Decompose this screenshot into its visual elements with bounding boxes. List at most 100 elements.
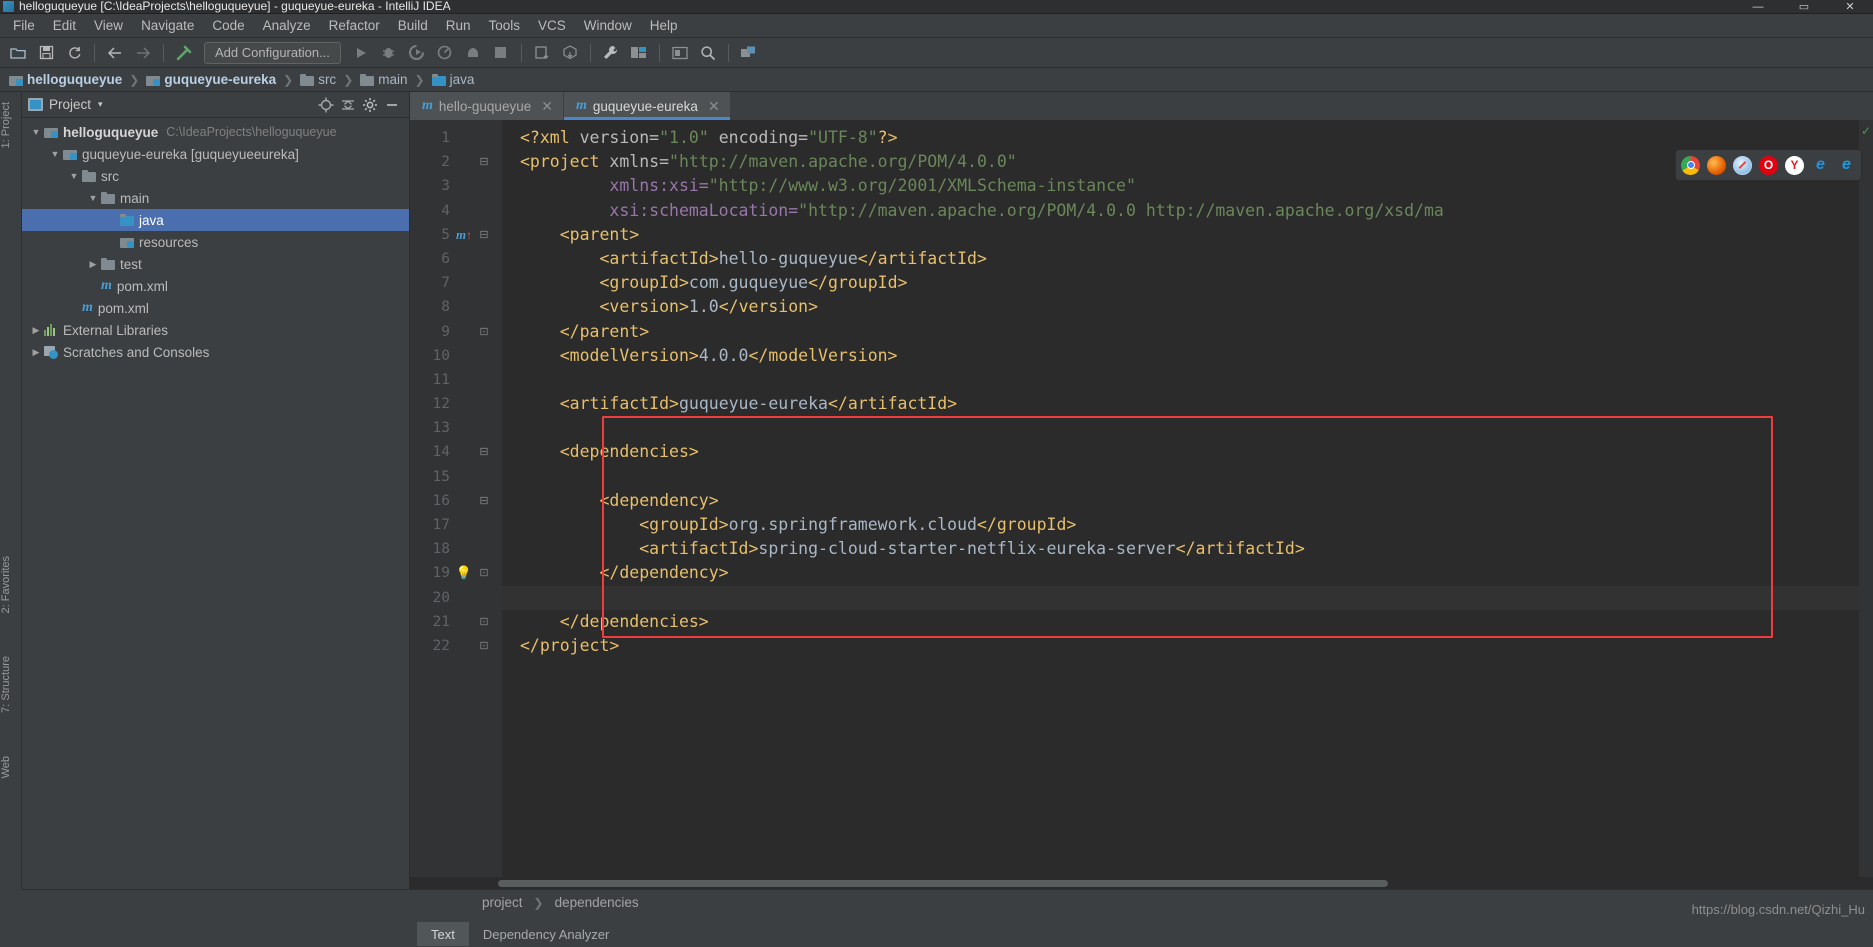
code-line-20[interactable]	[502, 585, 1859, 610]
tree-item-main[interactable]: ▼ main	[22, 187, 409, 209]
maximize-button[interactable]: ▭	[1781, 0, 1827, 14]
menu-window[interactable]: Window	[575, 14, 641, 38]
editor-horizontal-scrollbar[interactable]	[410, 877, 1873, 889]
code-line-14[interactable]: <dependencies>	[502, 440, 1859, 464]
menu-edit[interactable]: Edit	[44, 14, 85, 38]
tool-window-project[interactable]: 1: Project	[0, 98, 22, 152]
expand-arrow-icon[interactable]: ▼	[47, 149, 63, 159]
ui-designer-icon[interactable]	[667, 41, 693, 65]
code-line-13[interactable]	[502, 416, 1859, 440]
breadcrumb-item-src[interactable]: src	[297, 69, 339, 91]
sync-refresh-icon[interactable]	[61, 41, 87, 65]
ie-icon[interactable]: e	[1811, 156, 1830, 175]
gutter-line-11[interactable]: 11	[410, 368, 502, 392]
code-line-4[interactable]: xsi:schemaLocation="http://maven.apache.…	[502, 199, 1859, 223]
code-line-18[interactable]: <artifactId>spring-cloud-starter-netflix…	[502, 537, 1859, 561]
gutter-line-14[interactable]: 14 ⊟	[410, 440, 502, 464]
tree-item-resources[interactable]: resources	[22, 231, 409, 253]
tab-dependency-analyzer[interactable]: Dependency Analyzer	[469, 922, 623, 946]
code-line-7[interactable]: <groupId>com.guqueyue</groupId>	[502, 271, 1859, 295]
gutter-line-19[interactable]: 19 💡 ⊡	[410, 561, 502, 585]
close-button[interactable]: ✕	[1827, 0, 1873, 14]
gear-icon[interactable]	[359, 94, 381, 116]
code-fold-toggle-icon[interactable]: ⊟	[474, 440, 494, 464]
sdk-icon[interactable]	[736, 41, 762, 65]
code-fold-toggle-icon[interactable]: ⊡	[474, 634, 494, 658]
run-coverage-icon[interactable]	[404, 41, 430, 65]
code-line-6[interactable]: <artifactId>hello-guqueyue</artifactId>	[502, 247, 1859, 271]
menu-refactor[interactable]: Refactor	[320, 14, 389, 38]
run-icon[interactable]	[348, 41, 374, 65]
code-fold-toggle-icon[interactable]: ⊡	[474, 610, 494, 634]
code-line-21[interactable]: </dependencies>	[502, 610, 1859, 634]
code-line-8[interactable]: <version>1.0</version>	[502, 295, 1859, 319]
commit-icon[interactable]	[557, 41, 583, 65]
gutter-line-9[interactable]: 9 ⊡	[410, 320, 502, 344]
open-folder-icon[interactable]	[5, 41, 31, 65]
tab-text[interactable]: Text	[417, 922, 469, 946]
menu-build[interactable]: Build	[389, 14, 437, 38]
project-structure-icon[interactable]	[626, 41, 652, 65]
collapse-arrow-icon[interactable]: ▶	[85, 259, 101, 270]
menu-file[interactable]: File	[4, 14, 44, 38]
editor-tab-hello-guqueyue[interactable]: m hello-guqueyue ✕	[410, 92, 563, 120]
gutter-line-16[interactable]: 16 ⊟	[410, 489, 502, 513]
gutter-line-3[interactable]: 3	[410, 174, 502, 198]
gutter-line-18[interactable]: 18	[410, 537, 502, 561]
editor-gutter[interactable]: 1 2 ⊟ 3 4 5 m↑ ⊟ 6 7 8 9 ⊡ 10 11 12 13 14 ⊟ 15 16 ⊟ 17 18 19 💡 ⊡ 20…	[410, 120, 502, 877]
code-text[interactable]: <?xml version="1.0" encoding="UTF-8"?> <p…	[502, 120, 1859, 877]
tool-window-structure[interactable]: 7: Structure	[0, 652, 22, 717]
tree-item-scratches[interactable]: ▶ Scratches and Consoles	[22, 341, 409, 363]
code-line-16[interactable]: <dependency>	[502, 489, 1859, 513]
back-arrow-icon[interactable]	[102, 41, 128, 65]
debug-icon[interactable]	[376, 41, 402, 65]
scrollbar-thumb[interactable]	[498, 880, 1388, 887]
tree-item-pom.xml[interactable]: m pom.xml	[22, 297, 409, 319]
safari-icon[interactable]	[1733, 155, 1752, 175]
code-fold-toggle-icon[interactable]: ⊟	[474, 150, 494, 174]
minimize-button[interactable]: —	[1735, 0, 1781, 14]
close-icon[interactable]: ✕	[708, 98, 720, 115]
gutter-line-15[interactable]: 15	[410, 465, 502, 489]
yandex-icon[interactable]: Y	[1785, 155, 1804, 175]
expand-arrow-icon[interactable]: ▼	[28, 127, 44, 137]
code-line-12[interactable]: <artifactId>guqueyue-eureka</artifactId>	[502, 392, 1859, 416]
code-line-9[interactable]: </parent>	[502, 320, 1859, 344]
code-line-10[interactable]: <modelVersion>4.0.0</modelVersion>	[502, 344, 1859, 368]
menu-analyze[interactable]: Analyze	[254, 14, 320, 38]
tree-item-java[interactable]: java	[22, 209, 409, 231]
stop-icon[interactable]	[488, 41, 514, 65]
expand-arrow-icon[interactable]: ▼	[66, 171, 82, 181]
gutter-line-8[interactable]: 8	[410, 295, 502, 319]
update-project-icon[interactable]	[529, 41, 555, 65]
settings-wrench-icon[interactable]	[598, 41, 624, 65]
opera-icon[interactable]: O	[1759, 155, 1778, 175]
intention-bulb-icon[interactable]: 💡	[454, 561, 474, 585]
attach-process-icon[interactable]	[460, 41, 486, 65]
breadcrumb-item-guqueyue-eureka[interactable]: guqueyue-eureka	[143, 69, 279, 91]
tree-item-guqueyue-eureka[interactable]: ▼ guqueyue-eureka [guqueyueeureka]	[22, 143, 409, 165]
collapse-arrow-icon[interactable]: ▶	[28, 347, 44, 358]
marker-gutter[interactable]: ✓	[1859, 120, 1873, 877]
tool-window-favorites[interactable]: 2: Favorites	[0, 552, 22, 617]
gutter-line-5[interactable]: 5 m↑ ⊟	[410, 223, 502, 247]
gutter-line-10[interactable]: 10	[410, 344, 502, 368]
gutter-line-7[interactable]: 7	[410, 271, 502, 295]
gutter-line-21[interactable]: 21 ⊡	[410, 610, 502, 634]
menu-tools[interactable]: Tools	[480, 14, 530, 38]
gutter-line-2[interactable]: 2 ⊟	[410, 150, 502, 174]
menu-code[interactable]: Code	[203, 14, 253, 38]
close-icon[interactable]: ✕	[541, 98, 553, 115]
menu-navigate[interactable]: Navigate	[132, 14, 203, 38]
breadcrumb-item-main[interactable]: main	[357, 69, 410, 91]
chrome-icon[interactable]	[1681, 155, 1700, 175]
code-fold-toggle-icon[interactable]: ⊡	[474, 561, 494, 585]
code-line-5[interactable]: <parent>	[502, 223, 1859, 247]
gutter-line-1[interactable]: 1	[410, 126, 502, 150]
breadcrumb-item-helloguqueyue[interactable]: helloguqueyue	[6, 69, 125, 91]
chevron-down-icon[interactable]: ▾	[98, 99, 103, 110]
tool-window-web[interactable]: Web	[0, 752, 22, 782]
tree-item-test[interactable]: ▶ test	[22, 253, 409, 275]
breadcrumb-project[interactable]: project	[482, 895, 523, 910]
hide-icon[interactable]	[381, 94, 403, 116]
